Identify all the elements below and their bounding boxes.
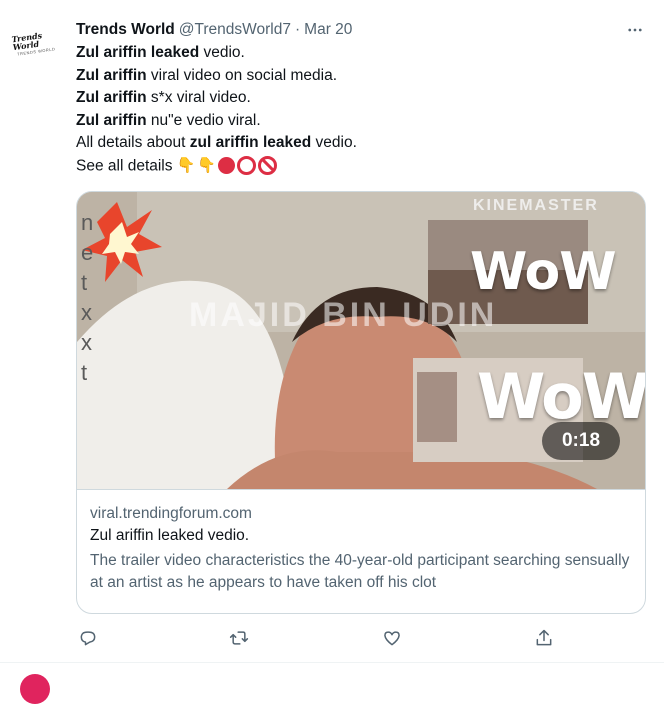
side-letters: n e t x x t	[81, 210, 93, 386]
tweet-actions	[0, 626, 664, 650]
tweet-line: Zul ariffin viral video on social media.	[76, 65, 636, 88]
tweet-line-bold: zul ariffin leaked	[189, 134, 312, 151]
tweet-line: All details about zul ariffin leaked ved…	[76, 132, 636, 155]
tweet-line-text: vedio.	[311, 134, 357, 151]
center-watermark: MAJID BIN UDIN	[189, 296, 498, 334]
retweet-icon[interactable]	[227, 626, 251, 650]
tweet-line-bold: Zul ariffin	[76, 111, 147, 129]
card-text[interactable]: viral.trendingforum.com Zul ariffin leak…	[90, 503, 630, 594]
side-letter: x	[81, 300, 92, 325]
link-card[interactable]: n e t x x t KINEMASTER MAJID BIN UDIN Wo…	[76, 191, 646, 614]
author-name[interactable]: Trends World	[76, 21, 175, 39]
tweet-text: Zul ariffin leaked vedio. Zul ariffin vi…	[76, 42, 636, 177]
tweet-line: Zul ariffin leaked vedio.	[76, 42, 636, 65]
tweet-header: Trends World @TrendsWorld7 · Mar 20	[76, 19, 352, 41]
red-circle-icon	[217, 157, 235, 175]
like-icon[interactable]	[380, 626, 404, 650]
author-handle[interactable]: @TrendsWorld7	[179, 21, 291, 39]
tweet-line-bold: Zul ariffin leaked	[76, 44, 200, 61]
side-letter: n	[81, 210, 94, 235]
no-entry-icon	[257, 156, 277, 176]
tweet-line-text: See all details	[76, 156, 173, 174]
tweet-line-rest: nu"e vedio viral.	[146, 111, 261, 129]
avatar[interactable]: Trends World TRENDS WORLD	[11, 19, 60, 67]
side-letter: t	[81, 270, 88, 295]
tweet-line-bold: Zul ariffin	[76, 89, 147, 106]
video-thumbnail[interactable]: n e t x x t KINEMASTER MAJID BIN UDIN Wo…	[77, 192, 645, 490]
more-icon[interactable]	[623, 18, 647, 42]
tweet-date[interactable]: Mar 20	[304, 21, 352, 39]
hollow-red-circle-icon	[236, 156, 256, 176]
pointing-down-icon: 👇	[176, 156, 196, 174]
tweet-line: See all details 👇 👇	[76, 155, 636, 178]
card-description: The trailer video characteristics the 40…	[90, 552, 630, 591]
tweet-line-rest: vedio.	[199, 44, 245, 61]
reply-icon[interactable]	[76, 626, 100, 650]
emoji-group: 👇 👇	[177, 155, 277, 178]
wow-overlay: WoW	[470, 242, 617, 302]
pointing-down-icon: 👇	[197, 156, 216, 174]
tweet-line-text: All details about	[76, 134, 190, 151]
side-letter: t	[81, 360, 88, 385]
tweet-line-rest: viral video on social media.	[146, 66, 338, 84]
side-letter: e	[81, 240, 94, 265]
tweet-line: Zul ariffin nu"e vedio viral.	[76, 110, 636, 133]
share-icon[interactable]	[532, 626, 556, 650]
brand-watermark: KINEMASTER	[473, 197, 599, 214]
tweet-line: Zul ariffin s*x viral video.	[76, 87, 636, 110]
header-separator: ·	[294, 21, 301, 38]
tweet-line-bold: Zul ariffin	[76, 66, 147, 84]
side-letter: x	[81, 330, 92, 355]
card-domain[interactable]: viral.trendingforum.com	[90, 503, 630, 525]
tweet-line-rest: s*x viral video.	[146, 89, 251, 106]
tweet[interactable]: Trends World TRENDS WORLD Trends World @…	[0, 0, 664, 663]
video-duration: 0:18	[542, 422, 620, 460]
card-title[interactable]: Zul ariffin leaked vedio.	[90, 525, 630, 547]
